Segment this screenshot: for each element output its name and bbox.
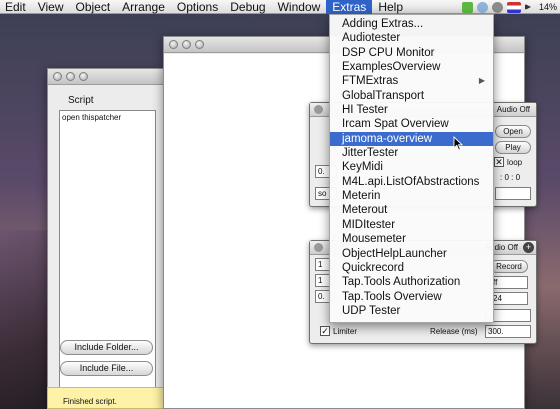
- menu-item-label: GlobalTransport: [342, 89, 425, 102]
- menu-object[interactable]: Object: [69, 0, 116, 14]
- menu-item-jamoma-overview[interactable]: jamoma-overview: [330, 131, 493, 147]
- audio-off-label[interactable]: Audio Off: [497, 105, 530, 114]
- release-label: Release (ms): [430, 327, 478, 336]
- limiter-checkbox[interactable]: ✓: [320, 326, 330, 336]
- close-icon[interactable]: [169, 40, 178, 49]
- time-machine-icon[interactable]: [491, 1, 503, 13]
- menu-item-adding-extras[interactable]: Adding Extras...: [330, 17, 493, 31]
- menu-extras-tray: 14%: [461, 0, 560, 14]
- format-menu[interactable]: ff: [490, 276, 528, 289]
- extras-menu: Adding Extras... Audiotester DSP CPU Mon…: [329, 14, 494, 323]
- menu-item-taptools-authorization[interactable]: Tap.Tools Authorization: [330, 275, 493, 289]
- menu-item-mousemeter[interactable]: Mousemeter: [330, 232, 493, 246]
- menu-debug[interactable]: Debug: [224, 0, 271, 14]
- zoom-icon[interactable]: [79, 72, 88, 81]
- menu-item-audiotester[interactable]: Audiotester: [330, 31, 493, 45]
- record-button[interactable]: Record: [490, 260, 528, 273]
- file-field[interactable]: [495, 187, 531, 200]
- menu-item-label: Meterout: [342, 204, 388, 217]
- menu-arrange[interactable]: Arrange: [116, 0, 171, 14]
- menu-item-miditester[interactable]: MIDItester: [330, 218, 493, 232]
- menu-item-hi-tester[interactable]: HI Tester: [330, 103, 493, 117]
- loop-checkbox[interactable]: ✕: [494, 157, 504, 167]
- menu-item-label: FTMExtras: [342, 75, 399, 88]
- menu-item-label: KeyMidi: [342, 161, 383, 174]
- loop-label: loop: [507, 158, 523, 167]
- menu-item-label: M4L.api.ListOfAbstractions: [342, 175, 480, 188]
- menu-item-meterin[interactable]: Meterin: [330, 189, 493, 203]
- menu-item-globaltransport[interactable]: GlobalTransport: [330, 89, 493, 103]
- script-window: Script open thispatcher: [47, 68, 165, 409]
- menu-item-label: JitterTester: [342, 147, 399, 160]
- menu-item-label: Tap.Tools Overview: [342, 290, 442, 303]
- script-window-titlebar[interactable]: [48, 69, 164, 85]
- limiter-label: Limiter: [333, 327, 358, 336]
- menu-help[interactable]: Help: [372, 0, 409, 14]
- include-folder-button[interactable]: Include Folder...: [60, 340, 153, 355]
- menu-item-label: Ircam Spat Overview: [342, 118, 449, 131]
- menu-item-label: Meterin: [342, 190, 381, 203]
- menu-item-label: Mousemeter: [342, 233, 406, 246]
- release-number[interactable]: 300.: [485, 325, 531, 338]
- script-status-text: Finished script.: [63, 397, 117, 406]
- menu-item-examplesoverview[interactable]: ExamplesOverview: [330, 60, 493, 74]
- menu-edit[interactable]: Edit: [0, 0, 32, 14]
- evernote-icon[interactable]: [461, 1, 473, 13]
- add-icon[interactable]: +: [523, 242, 534, 253]
- menu-item-label: Quickrecord: [342, 261, 404, 274]
- menu-window[interactable]: Window: [272, 0, 327, 14]
- menu-item-quickrecord[interactable]: Quickrecord: [330, 261, 493, 275]
- close-icon[interactable]: [314, 105, 323, 114]
- submenu-arrow-icon: ▶: [478, 76, 485, 86]
- menu-extras[interactable]: Extras: [326, 0, 373, 14]
- menu-item-m4l-api[interactable]: M4L.api.ListOfAbstractions: [330, 175, 493, 189]
- menu-item-label: jamoma-overview: [342, 132, 433, 145]
- menu-bar: Edit View Object Arrange Options Debug W…: [0, 0, 560, 14]
- script-label: Script: [68, 95, 94, 106]
- play-button[interactable]: Play: [495, 141, 531, 154]
- mouse-pointer-icon: [453, 136, 463, 151]
- volume-icon[interactable]: [524, 4, 535, 10]
- menu-item-label: Tap.Tools Authorization: [342, 276, 461, 289]
- menu-item-taptools-overview[interactable]: Tap.Tools Overview: [330, 290, 493, 304]
- minimize-icon[interactable]: [66, 72, 75, 81]
- menu-item-label: Adding Extras...: [342, 18, 424, 30]
- menu-options[interactable]: Options: [171, 0, 224, 14]
- menu-item-dsp-cpu-monitor[interactable]: DSP CPU Monitor: [330, 46, 493, 60]
- menu-item-label: Audiotester: [342, 32, 401, 45]
- menu-item-ftmextras[interactable]: FTMExtras ▶: [330, 74, 493, 88]
- sync-icon[interactable]: [476, 1, 488, 13]
- menu-item-label: DSP CPU Monitor: [342, 46, 435, 59]
- menu-item-label: HI Tester: [342, 104, 388, 117]
- menu-view[interactable]: View: [32, 0, 70, 14]
- bit-depth-menu[interactable]: 24: [490, 292, 528, 305]
- menu-item-label: ExamplesOverview: [342, 61, 441, 74]
- menu-item-keymidi[interactable]: KeyMidi: [330, 160, 493, 174]
- menu-item-meterout[interactable]: Meterout: [330, 203, 493, 217]
- script-status-bar: Finished script.: [47, 387, 165, 409]
- menu-item-label: ObjectHelpLauncher: [342, 247, 447, 260]
- battery-level[interactable]: 14%: [539, 2, 557, 12]
- menu-item-label: UDP Tester: [342, 304, 401, 317]
- flag-icon[interactable]: [506, 1, 521, 13]
- menu-item-label: MIDItester: [342, 218, 396, 231]
- close-icon[interactable]: [53, 72, 62, 81]
- menu-item-udp-tester[interactable]: UDP Tester: [330, 304, 493, 318]
- close-icon[interactable]: [314, 243, 323, 252]
- script-text-area[interactable]: open thispatcher: [59, 110, 156, 400]
- menu-item-jittertester[interactable]: JitterTester: [330, 146, 493, 160]
- menu-item-objecthelplauncher[interactable]: ObjectHelpLauncher: [330, 247, 493, 261]
- zoom-icon[interactable]: [195, 40, 204, 49]
- menu-item-ircam-spat-overview[interactable]: Ircam Spat Overview: [330, 117, 493, 131]
- time-display: : 0 : 0: [500, 173, 521, 182]
- include-file-button[interactable]: Include File...: [60, 361, 153, 376]
- minimize-icon[interactable]: [182, 40, 191, 49]
- open-button[interactable]: Open: [495, 125, 531, 138]
